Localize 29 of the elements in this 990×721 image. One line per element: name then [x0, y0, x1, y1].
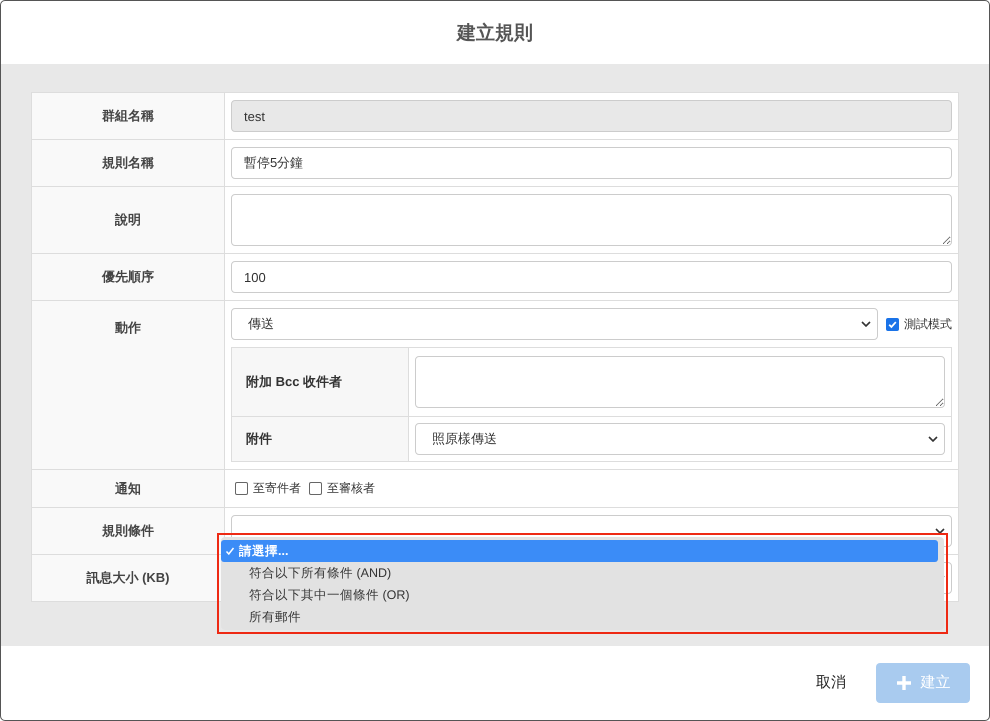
field-label: 附加 Bcc 收件者	[232, 348, 408, 416]
checkmark-icon	[225, 546, 235, 556]
field-label: 附件	[232, 416, 408, 462]
field-label: 規則條件	[32, 508, 224, 554]
checkbox-label: 測試模式	[904, 316, 952, 332]
field-label: 動作	[32, 300, 224, 470]
field-label: 說明	[32, 186, 224, 254]
select-field[interactable]: 傳送	[231, 308, 878, 340]
checkbox[interactable]	[886, 318, 899, 330]
plus-icon	[896, 674, 912, 690]
caret-icon	[928, 436, 938, 442]
field-label: 通知	[32, 470, 224, 508]
field-label: 群組名稱	[32, 92, 224, 140]
dialog-title: 建立規則	[457, 22, 533, 46]
checkbox-label: 至審核者	[327, 480, 375, 497]
checkbox[interactable]	[235, 482, 248, 495]
text-field[interactable]: 100	[231, 261, 952, 293]
checkbox[interactable]	[309, 482, 322, 495]
field-label: 規則名稱	[32, 140, 224, 186]
text-field[interactable]: 暫停5分鐘	[231, 147, 952, 179]
checkbox-label: 至寄件者	[253, 480, 301, 497]
dropdown-option[interactable]: 符合以下所有條件 (AND)	[227, 562, 938, 584]
cancel-button[interactable]: 取消	[810, 672, 852, 693]
caret-icon	[935, 528, 945, 534]
dropdown-option[interactable]: 符合以下其中一個條件 (OR)	[227, 584, 938, 606]
dropdown-option[interactable]: 所有郵件	[227, 606, 938, 628]
select-field[interactable]: 照原樣傳送	[415, 423, 945, 455]
field-label: 優先順序	[32, 254, 224, 300]
caret-icon	[861, 321, 871, 327]
